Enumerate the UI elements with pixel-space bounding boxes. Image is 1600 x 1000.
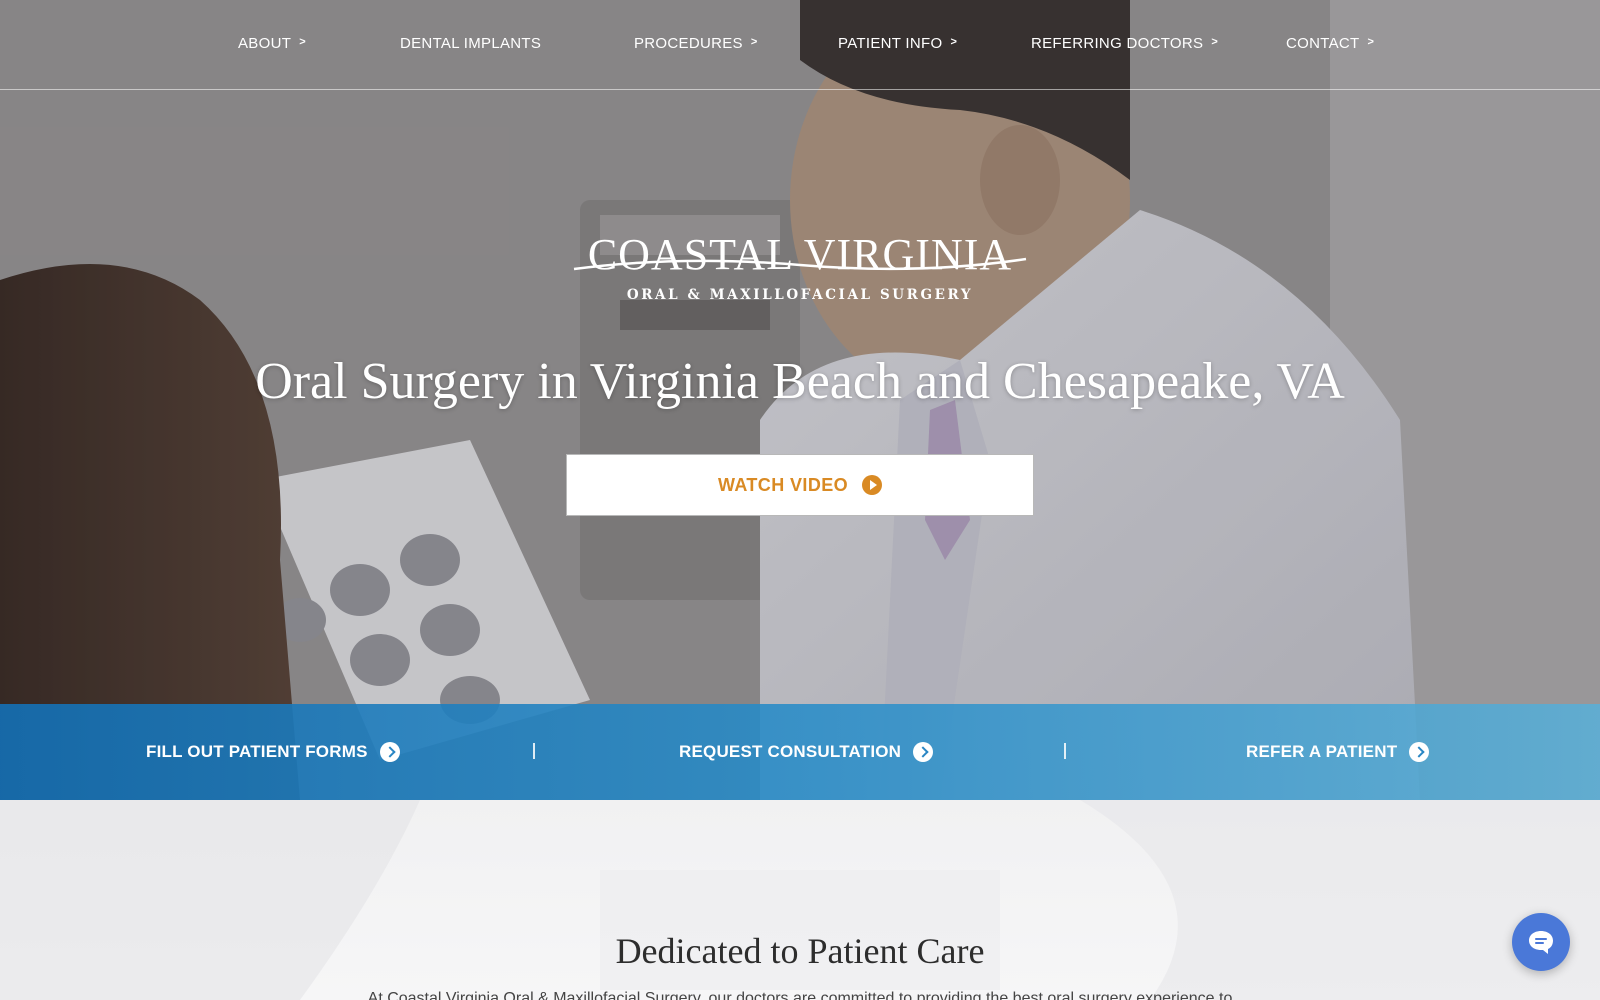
arrow-circle-right-icon (379, 742, 400, 762)
chat-button[interactable] (1512, 913, 1570, 971)
site-logo[interactable]: COASTAL VIRGINIA ORAL & MAXILLOFACIAL SU… (560, 225, 1040, 305)
chevron-right-icon: > (750, 36, 758, 48)
nav-item-procedures[interactable]: PROCEDURES > (634, 33, 758, 53)
nav-item-contact[interactable]: CONTACT > (1286, 33, 1374, 53)
logo-subtitle: ORAL & MAXILLOFACIAL SURGERY (626, 287, 974, 303)
logo-name: COASTAL VIRGINIA (588, 230, 1012, 279)
chevron-right-icon: > (299, 36, 306, 48)
nav-item-label: ABOUT (238, 34, 292, 52)
nav-item-label: CONTACT (1286, 34, 1360, 52)
refer-a-patient-link[interactable]: REFER A PATIENT (1246, 741, 1430, 763)
chevron-right-icon: > (950, 36, 958, 48)
nav-item-referring-doctors[interactable]: REFERRING DOCTORS > (1031, 33, 1218, 53)
hero-headline: Oral Surgery in Virginia Beach and Chesa… (255, 353, 1345, 410)
fill-out-patient-forms-link[interactable]: FILL OUT PATIENT FORMS (146, 741, 400, 763)
nav-item-dental-implants[interactable]: DENTAL IMPLANTS (400, 33, 541, 53)
watch-video-button[interactable]: WATCH VIDEO (566, 454, 1034, 516)
nav-item-label: REFERRING DOCTORS (1031, 34, 1204, 52)
patient-care-section: Dedicated to Patient Care At Coastal Vir… (0, 800, 1600, 1000)
nav-item-label: PROCEDURES (634, 34, 743, 52)
chevron-right-icon: > (1211, 36, 1219, 48)
action-label: FILL OUT PATIENT FORMS (146, 742, 368, 761)
play-circle-icon (862, 475, 883, 495)
section-text: At Coastal Virginia Oral & Maxillofacial… (367, 990, 1233, 1000)
chat-bubble-icon (1529, 931, 1553, 954)
nav-item-about[interactable]: ABOUT > (238, 33, 306, 53)
logo-wordmark: COASTAL VIRGINIA (573, 230, 1027, 279)
action-divider (533, 743, 535, 759)
action-label: REFER A PATIENT (1246, 742, 1398, 761)
watch-video-label: WATCH VIDEO (717, 474, 849, 495)
action-label: REQUEST CONSULTATION (679, 742, 902, 761)
request-consultation-link[interactable]: REQUEST CONSULTATION (679, 741, 934, 763)
arrow-circle-right-icon (1409, 742, 1430, 762)
nav-item-label: DENTAL IMPLANTS (400, 34, 542, 52)
main-navigation: ABOUT > DENTAL IMPLANTS PROCEDURES > PAT… (0, 0, 1600, 90)
action-divider (1064, 743, 1066, 759)
chevron-right-icon: > (1367, 36, 1375, 48)
nav-item-label: PATIENT INFO (838, 34, 943, 52)
nav-item-patient-info[interactable]: PATIENT INFO > (838, 33, 957, 53)
arrow-circle-right-icon (913, 742, 934, 762)
section-title: Dedicated to Patient Care (615, 931, 985, 971)
